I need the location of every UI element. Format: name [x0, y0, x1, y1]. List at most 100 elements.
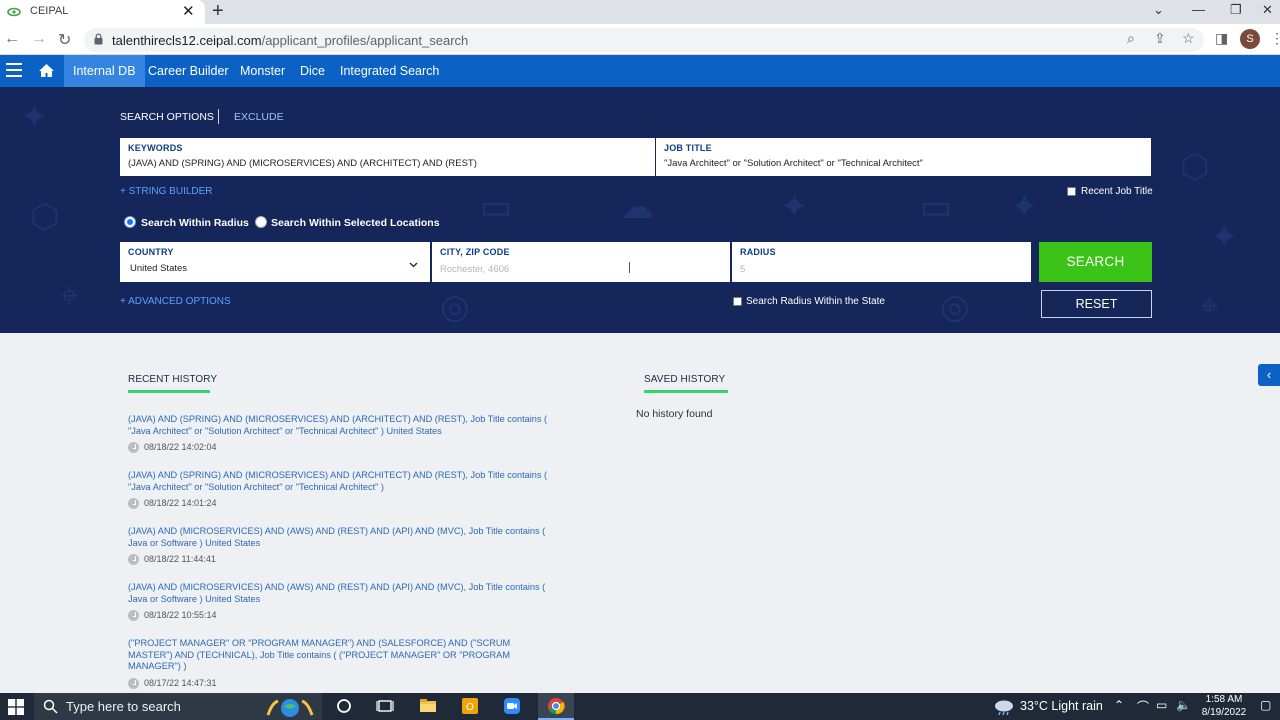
nav-tab-dice[interactable]: Dice — [291, 55, 334, 87]
rocket-pattern-icon: ✦ — [1210, 218, 1239, 256]
city-zip-label: CITY, ZIP CODE — [440, 247, 510, 257]
forward-icon[interactable]: → — [31, 30, 47, 48]
browser-tab-strip: CEIPAL ✕ + ⌄ — ❐ ✕ — [0, 0, 1280, 24]
file-explorer-icon[interactable] — [419, 697, 437, 715]
network-icon[interactable]: ⌒ — [1137, 698, 1149, 715]
history-item: (JAVA) AND (MICROSERVICES) AND (AWS) AND… — [128, 526, 553, 566]
lock-icon — [94, 33, 103, 45]
new-tab-icon[interactable]: + — [212, 0, 224, 23]
radio-search-within-locations[interactable] — [255, 216, 267, 228]
megaphone-pattern-icon: ⬡ — [30, 198, 60, 236]
reload-icon[interactable]: ↻ — [58, 30, 71, 50]
tab-exclude[interactable]: EXCLUDE — [234, 111, 284, 123]
menu-kebab-icon[interactable]: ⋮ — [1270, 30, 1280, 47]
url-text: talenthirecls12.ceipal.com/applicant_pro… — [112, 33, 468, 48]
nav-tab-internal-db[interactable]: Internal DB — [64, 55, 145, 93]
country-label: COUNTRY — [128, 247, 174, 257]
history-timestamp: 08/18/22 14:02:04 — [144, 442, 217, 452]
notifications-icon[interactable]: ▢ — [1260, 698, 1271, 712]
zoom-app-icon[interactable] — [503, 697, 521, 715]
radius-within-state-checkbox[interactable] — [733, 297, 742, 306]
browser-tab[interactable]: CEIPAL ✕ — [0, 0, 205, 24]
chrome-icon — [548, 698, 565, 715]
close-window-icon[interactable]: ✕ — [1262, 2, 1273, 18]
chrome-taskbar-active[interactable] — [538, 693, 574, 720]
rocket-pattern-icon: ✦ — [1010, 188, 1039, 226]
back-icon[interactable]: ← — [4, 30, 20, 48]
clock-time: 1:58 AM — [1205, 694, 1243, 705]
nav-tab-integrated-search[interactable]: Integrated Search — [331, 55, 448, 87]
tab-close-icon[interactable]: ✕ — [182, 2, 195, 20]
history-timestamp: 08/17/22 14:47:31 — [144, 677, 217, 688]
chevron-up-icon[interactable]: ⌃ — [1114, 698, 1124, 712]
clock-date: 8/19/2022 — [1201, 707, 1247, 718]
bookmark-star-icon[interactable]: ☆ — [1182, 30, 1195, 47]
history-query-link[interactable]: (JAVA) AND (SPRING) AND (MICROSERVICES) … — [128, 470, 553, 493]
weather-text[interactable]: 33°C Light rain — [1020, 699, 1103, 713]
history-query-link[interactable]: ("PROJECT MANAGER" OR "PROGRAM MANAGER")… — [128, 638, 553, 673]
keywords-input[interactable]: (JAVA) AND (SPRING) AND (MICROSERVICES) … — [128, 158, 477, 169]
app-nav-bar: Internal DB Career Builder Monster Dice … — [0, 55, 1280, 93]
outlook-icon[interactable]: O — [461, 697, 479, 715]
radius-input[interactable]: 5 — [740, 264, 745, 275]
city-zip-field[interactable]: CITY, ZIP CODE Rochester, 4606 — [432, 242, 730, 282]
history-timestamp: 08/18/22 11:44:41 — [144, 554, 216, 564]
city-zip-input[interactable]: Rochester, 4606 — [440, 264, 509, 275]
minimize-icon[interactable]: — — [1192, 2, 1205, 17]
url-path: /applicant_profiles/applicant_search — [261, 33, 469, 48]
history-query-link[interactable]: (JAVA) AND (MICROSERVICES) AND (AWS) AND… — [128, 582, 553, 605]
svg-text:O: O — [466, 702, 474, 713]
history-timestamp: 08/18/22 14:01:24 — [144, 498, 217, 508]
recent-history-underline — [128, 390, 210, 393]
side-panel-toggle-chevron-left-icon[interactable]: ‹ — [1258, 364, 1280, 386]
target-pattern-icon: ◎ — [940, 288, 970, 326]
radius-field[interactable]: RADIUS 5 — [732, 242, 1031, 282]
history-query-link[interactable]: (JAVA) AND (MICROSERVICES) AND (AWS) AND… — [128, 526, 553, 549]
history-item: ("PROJECT MANAGER" OR "PROGRAM MANAGER")… — [128, 638, 553, 690]
keywords-field[interactable]: KEYWORDS (JAVA) AND (SPRING) AND (MICROS… — [120, 138, 655, 176]
text-cursor — [629, 262, 630, 273]
hamburger-menu-icon[interactable] — [6, 63, 22, 77]
cortana-icon[interactable] — [335, 697, 353, 715]
clock-icon — [128, 554, 139, 565]
recent-job-title-checkbox[interactable] — [1067, 187, 1076, 196]
side-panel-icon[interactable]: ◨ — [1215, 30, 1228, 47]
history-item: (JAVA) AND (SPRING) AND (MICROSERVICES) … — [128, 470, 553, 510]
nav-tab-monster[interactable]: Monster — [231, 55, 294, 87]
taskbar-search-placeholder: Type here to search — [66, 699, 181, 714]
task-view-icon[interactable] — [376, 697, 394, 715]
taskbar-search-box[interactable]: Type here to search — [34, 693, 322, 720]
history-item: (JAVA) AND (MICROSERVICES) AND (AWS) AND… — [128, 582, 553, 622]
string-builder-link[interactable]: + STRING BUILDER — [120, 186, 213, 197]
recent-job-title-label: Recent Job Title — [1081, 186, 1153, 197]
volume-icon[interactable]: 🔈 — [1176, 698, 1191, 712]
bulb-pattern-icon: ⌖ — [1200, 287, 1220, 325]
taskbar-clock[interactable]: 1:58 AM 8/19/2022 — [1196, 693, 1252, 719]
restore-icon[interactable]: ❐ — [1230, 2, 1242, 18]
search-button[interactable]: SEARCH — [1039, 242, 1152, 282]
battery-icon[interactable]: ▭ — [1156, 698, 1167, 712]
share-icon[interactable]: ⇪ — [1154, 30, 1166, 47]
radio-search-within-radius[interactable] — [124, 216, 136, 228]
search-panel: ✦ ⬡ ⌖ ⬡ ✦ ⌖ ▭ ☁ ✦ ▭ ✦ ◎ ◎ SEARCH OPTIONS… — [0, 87, 1280, 333]
history-query-link[interactable]: (JAVA) AND (SPRING) AND (MICROSERVICES) … — [128, 414, 553, 437]
cloud-pattern-icon: ☁ — [620, 188, 654, 226]
saved-history-heading: SAVED HISTORY — [644, 374, 726, 385]
tab-search-options[interactable]: SEARCH OPTIONS — [120, 111, 214, 123]
tab-search-chevron-icon[interactable]: ⌄ — [1153, 2, 1164, 18]
url-field[interactable]: talenthirecls12.ceipal.com/applicant_pro… — [84, 28, 1204, 52]
zoom-icon[interactable]: ⌕ — [1127, 30, 1135, 47]
job-title-input[interactable]: "Java Architect" or "Solution Architect"… — [664, 158, 923, 169]
home-icon[interactable] — [38, 63, 55, 78]
reset-button[interactable]: RESET — [1041, 290, 1152, 318]
windows-start-icon[interactable] — [8, 699, 24, 715]
lightbulb-pattern-icon: ✦ — [20, 98, 49, 136]
job-title-field[interactable]: JOB TITLE "Java Architect" or "Solution … — [656, 138, 1151, 176]
rocket-pattern-icon: ✦ — [780, 188, 809, 226]
no-history-message: No history found — [636, 408, 713, 420]
advanced-options-link[interactable]: + ADVANCED OPTIONS — [120, 296, 231, 307]
country-value: United States — [130, 263, 188, 274]
nav-tab-career-builder[interactable]: Career Builder — [139, 55, 238, 87]
country-select[interactable]: COUNTRY United States — [120, 242, 430, 282]
profile-avatar[interactable]: S — [1240, 29, 1260, 49]
